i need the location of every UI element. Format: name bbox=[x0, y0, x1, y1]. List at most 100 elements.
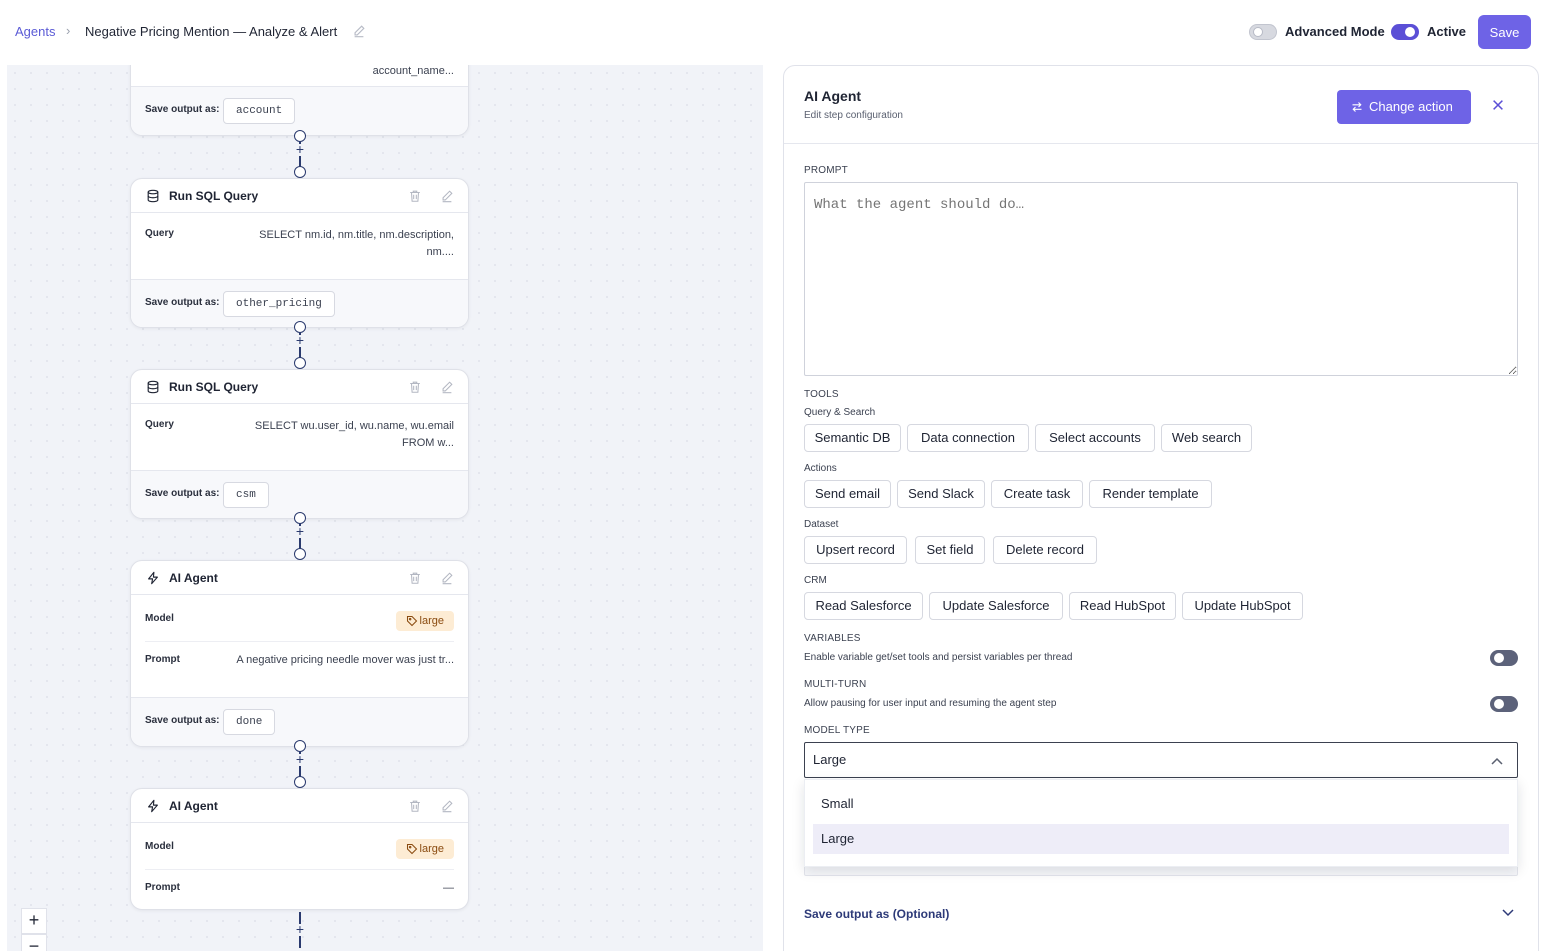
delete-trash-icon[interactable] bbox=[408, 571, 422, 585]
database-icon bbox=[147, 380, 159, 394]
tool-chip-read-salesforce[interactable]: Read Salesforce bbox=[804, 592, 923, 620]
database-icon bbox=[147, 189, 159, 203]
workflow-canvas[interactable]: account_name... Save output as: account … bbox=[7, 65, 763, 951]
workflow-node-ai-agent[interactable]: AI Agent Model large Prompt A negative p… bbox=[130, 560, 469, 747]
node-row-model: Model large bbox=[131, 595, 468, 641]
delete-trash-icon[interactable] bbox=[408, 380, 422, 394]
tool-group-crm: CRM bbox=[804, 575, 827, 586]
model-type-section-label: MODEL TYPE bbox=[804, 725, 870, 736]
panel-title: AI Agent bbox=[804, 88, 862, 104]
delete-trash-icon[interactable] bbox=[408, 799, 422, 813]
tool-chip-send-slack[interactable]: Send Slack bbox=[897, 480, 985, 508]
model-type-dropdown: Small Large bbox=[804, 779, 1518, 867]
tool-chip-web-search[interactable]: Web search bbox=[1161, 424, 1252, 452]
save-output-variable[interactable]: done bbox=[223, 709, 276, 735]
active-label: Active bbox=[1427, 24, 1467, 39]
tool-chip-select-accounts[interactable]: Select accounts bbox=[1035, 424, 1155, 452]
node-header: AI Agent bbox=[131, 789, 468, 823]
workflow-node-sql-query[interactable]: Run SQL Query Query SELECT wu.user_id, w… bbox=[130, 369, 469, 519]
breadcrumb-chevron-icon: › bbox=[66, 23, 71, 38]
save-output-variable[interactable]: csm bbox=[223, 482, 269, 508]
save-output-label: Save output as: bbox=[145, 104, 220, 115]
save-output-variable[interactable]: account bbox=[223, 98, 296, 124]
prompt-textarea[interactable] bbox=[804, 182, 1518, 376]
edit-pencil-icon[interactable] bbox=[440, 799, 454, 813]
tool-group-dataset: Dataset bbox=[804, 519, 839, 530]
model-tag-text: large bbox=[419, 615, 444, 627]
add-step-plus-icon[interactable]: + bbox=[294, 333, 306, 347]
save-output-label: Save output as: bbox=[145, 488, 220, 499]
tool-group-actions: Actions bbox=[804, 463, 837, 474]
workflow-node-partial[interactable]: account_name... Save output as: account bbox=[130, 65, 469, 136]
model-option-small[interactable]: Small bbox=[813, 789, 1509, 819]
add-step-plus-icon[interactable]: + bbox=[294, 752, 306, 766]
zoom-in-button[interactable]: + bbox=[21, 908, 47, 934]
row-label: Prompt bbox=[145, 654, 180, 665]
row-label: Model bbox=[145, 613, 174, 624]
tool-chip-update-hubspot[interactable]: Update HubSpot bbox=[1182, 592, 1303, 620]
tool-chip-send-email[interactable]: Send email bbox=[804, 480, 891, 508]
save-output-optional-toggle[interactable]: Save output as (Optional) bbox=[804, 907, 949, 921]
workflow-node-ai-agent[interactable]: AI Agent Model large Prompt — bbox=[130, 788, 469, 910]
edit-pencil-icon[interactable] bbox=[440, 571, 454, 585]
node-connector: + bbox=[294, 910, 306, 950]
change-action-label: Change action bbox=[1369, 99, 1453, 114]
workflow-node-sql-query[interactable]: Run SQL Query Query SELECT nm.id, nm.tit… bbox=[130, 178, 469, 328]
tool-chip-semantic-db[interactable]: Semantic DB bbox=[804, 424, 901, 452]
advanced-mode-label: Advanced Mode bbox=[1285, 24, 1385, 39]
tool-chip-delete-record[interactable]: Delete record bbox=[993, 536, 1097, 564]
node-header: AI Agent bbox=[131, 561, 468, 595]
add-step-plus-icon[interactable]: + bbox=[294, 922, 306, 936]
save-output-variable[interactable]: other_pricing bbox=[223, 291, 335, 317]
tool-chip-upsert-record[interactable]: Upsert record bbox=[804, 536, 907, 564]
chevron-down-icon[interactable] bbox=[1502, 909, 1514, 917]
row-value: SELECT nm.id, nm.title, nm.description, … bbox=[259, 229, 454, 258]
node-connector: + bbox=[294, 321, 306, 373]
panel-divider bbox=[784, 143, 1538, 144]
row-label: Model bbox=[145, 841, 174, 852]
save-button[interactable]: Save bbox=[1478, 15, 1531, 49]
model-option-large[interactable]: Large bbox=[813, 824, 1509, 854]
row-label: Prompt bbox=[145, 882, 180, 893]
zoom-out-button[interactable]: − bbox=[21, 934, 47, 951]
delete-trash-icon[interactable] bbox=[408, 189, 422, 203]
page-title: Negative Pricing Mention — Analyze & Ale… bbox=[85, 24, 338, 39]
tool-chip-create-task[interactable]: Create task bbox=[991, 480, 1083, 508]
model-type-select[interactable]: Large bbox=[804, 742, 1518, 778]
breadcrumb-agents-link[interactable]: Agents bbox=[15, 24, 55, 39]
close-icon[interactable] bbox=[1491, 98, 1505, 112]
tag-icon bbox=[406, 615, 417, 627]
tool-chip-read-hubspot[interactable]: Read HubSpot bbox=[1069, 592, 1176, 620]
multiturn-section-label: MULTI-TURN bbox=[804, 679, 867, 690]
node-row-value: account_name... bbox=[372, 65, 454, 77]
node-connector: + bbox=[294, 130, 306, 182]
tool-chip-data-connection[interactable]: Data connection bbox=[907, 424, 1029, 452]
tool-group-query-search: Query & Search bbox=[804, 407, 876, 418]
model-tag-text: large bbox=[419, 843, 444, 855]
node-row-query: Query SELECT nm.id, nm.title, nm.descrip… bbox=[131, 213, 468, 279]
node-save-output: Save output as: account bbox=[131, 86, 468, 135]
node-connector: + bbox=[294, 740, 306, 792]
row-value: SELECT wu.user_id, wu.name, wu.email FRO… bbox=[254, 420, 454, 449]
active-toggle[interactable] bbox=[1391, 24, 1419, 40]
change-action-button[interactable]: Change action bbox=[1337, 90, 1471, 124]
save-output-label: Save output as: bbox=[145, 715, 220, 726]
save-output-label: Save output as: bbox=[145, 297, 220, 308]
add-step-plus-icon[interactable]: + bbox=[294, 524, 306, 538]
multiturn-description: Allow pausing for user input and resumin… bbox=[804, 698, 1057, 709]
tool-chip-render-template[interactable]: Render template bbox=[1089, 480, 1212, 508]
add-step-plus-icon[interactable]: + bbox=[294, 142, 306, 156]
tool-chip-update-salesforce[interactable]: Update Salesforce bbox=[929, 592, 1063, 620]
edit-title-pencil-icon[interactable] bbox=[352, 24, 366, 38]
edit-pencil-icon[interactable] bbox=[440, 380, 454, 394]
multiturn-toggle[interactable] bbox=[1490, 696, 1518, 712]
node-row-prompt: Prompt — bbox=[145, 869, 454, 906]
model-tag: large bbox=[395, 611, 454, 631]
tool-chip-set-field[interactable]: Set field bbox=[915, 536, 985, 564]
tag-icon bbox=[406, 843, 417, 855]
edit-pencil-icon[interactable] bbox=[440, 189, 454, 203]
lightning-icon bbox=[148, 571, 158, 585]
lightning-icon bbox=[148, 799, 158, 813]
variables-toggle[interactable] bbox=[1490, 650, 1518, 666]
advanced-mode-toggle[interactable] bbox=[1249, 24, 1277, 40]
